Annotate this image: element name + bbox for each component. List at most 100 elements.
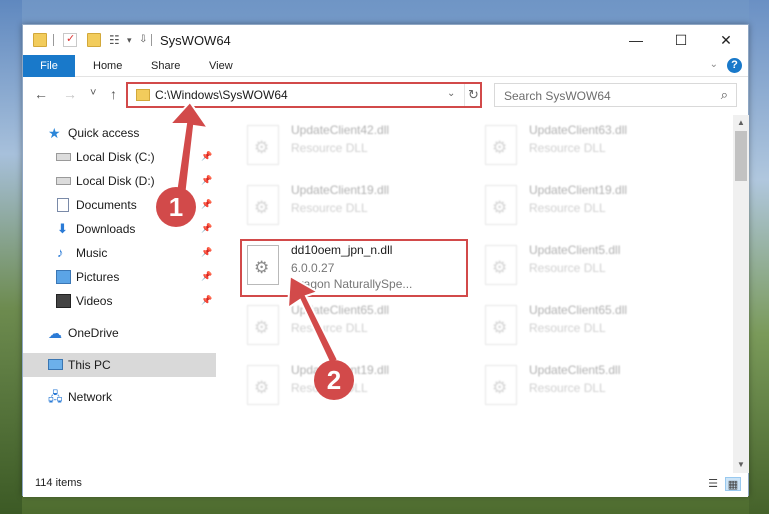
cloud-icon: ☁ — [48, 325, 62, 341]
forward-button[interactable]: → — [63, 86, 77, 102]
sidebar-item-music[interactable]: ♪ Music 📌 — [23, 241, 216, 265]
separator — [151, 34, 152, 46]
desktop-wallpaper-right — [749, 0, 769, 514]
dll-file-icon — [247, 365, 279, 405]
sidebar-item-network[interactable]: 🖧 Network — [23, 385, 216, 409]
sidebar-item-videos[interactable]: Videos 📌 — [23, 289, 216, 313]
star-icon: ★ — [48, 125, 61, 141]
dll-file-icon — [247, 305, 279, 345]
file-name: UpdateClient5.dll — [529, 363, 621, 377]
item-count: 114 items — [35, 477, 82, 489]
disk-icon — [56, 177, 71, 185]
file-type: Resource DLL — [529, 261, 606, 275]
sidebar-item-label: Network — [68, 390, 113, 404]
tab-view[interactable]: View — [209, 55, 233, 77]
pin-icon[interactable]: 📌 — [201, 271, 212, 282]
address-path[interactable]: C:\Windows\SysWOW64 — [155, 88, 288, 102]
navigation-pane: ★ Quick access Local Disk (C:) 📌 Local D… — [23, 115, 216, 473]
file-company: Dragon NaturallySpe... — [291, 277, 413, 291]
file-item[interactable]: UpdateClient5.dll Resource DLL — [481, 359, 711, 417]
scroll-thumb[interactable] — [735, 131, 747, 181]
recent-locations-button[interactable]: ˅ — [90, 87, 96, 99]
pin-icon[interactable]: 📌 — [201, 175, 212, 186]
window-title: SysWOW64 — [160, 33, 231, 48]
dll-file-icon — [485, 125, 517, 165]
navigation-bar: ← → ˅ ↑ C:\Windows\SysWOW64 ⌄ ↻ Search S… — [23, 77, 748, 113]
search-icon[interactable]: ⌕ — [721, 87, 728, 103]
scroll-down-arrow-icon[interactable]: ▼ — [733, 457, 749, 473]
tab-home[interactable]: Home — [93, 55, 122, 77]
maximize-button[interactable]: ☐ — [658, 25, 704, 55]
properties-icon[interactable] — [63, 32, 77, 47]
file-type: Resource DLL — [529, 321, 606, 335]
dll-file-icon — [247, 185, 279, 225]
large-icons-view-icon[interactable]: ▦ — [725, 477, 741, 491]
file-item[interactable]: UpdateClient19.dll Resource DLL — [481, 179, 711, 237]
address-bar[interactable]: C:\Windows\SysWOW64 ⌄ ↻ — [126, 83, 482, 107]
vertical-scrollbar[interactable]: ▲ ▼ — [733, 115, 749, 473]
file-item[interactable]: UpdateClient65.dll Resource DLL — [243, 299, 473, 357]
file-type: Resource DLL — [291, 141, 368, 155]
sidebar-item-label: OneDrive — [68, 326, 119, 340]
sidebar-item-onedrive[interactable]: ☁ OneDrive — [23, 321, 216, 345]
pin-icon[interactable]: 📌 — [201, 223, 212, 234]
file-item[interactable]: UpdateClient19.dll Resource DLL — [243, 359, 473, 417]
sidebar-item-label: Videos — [76, 294, 113, 308]
pin-icon[interactable]: 📌 — [201, 151, 212, 162]
details-view-icon[interactable]: ☰ — [705, 477, 721, 491]
network-icon: 🖧 — [48, 389, 63, 404]
dll-file-icon — [485, 245, 517, 285]
help-icon[interactable]: ? — [727, 58, 742, 73]
sidebar-item-label: Documents — [76, 198, 137, 212]
file-item[interactable]: UpdateClient5.dll Resource DLL — [481, 239, 711, 297]
minimize-button[interactable]: — — [613, 25, 659, 55]
dll-file-icon — [485, 305, 517, 345]
file-name: UpdateClient19.dll — [529, 183, 628, 197]
file-name: UpdateClient65.dll — [529, 303, 628, 317]
up-button[interactable]: ↑ — [110, 86, 117, 102]
tab-share[interactable]: Share — [151, 55, 180, 77]
sidebar-item-label: Music — [76, 246, 108, 260]
sidebar-item-local-disk-c[interactable]: Local Disk (C:) 📌 — [23, 145, 216, 169]
expand-ribbon-icon[interactable]: ⌄ — [710, 59, 718, 70]
refresh-button[interactable]: ↻ — [464, 84, 482, 106]
chevron-down-icon[interactable]: ⌄ — [447, 88, 455, 99]
file-item-dd10oem-jpn-n[interactable]: dd10oem_jpn_n.dll 6.0.0.27 Dragon Natura… — [243, 239, 473, 297]
disk-icon — [56, 153, 71, 161]
pictures-icon — [56, 270, 71, 284]
file-item[interactable]: UpdateClient65.dll Resource DLL — [481, 299, 711, 357]
folder-icon — [33, 33, 47, 47]
sidebar-item-label: Local Disk (C:) — [76, 150, 155, 164]
step-2-badge: 2 — [314, 360, 354, 400]
search-box[interactable]: Search SysWOW64 ⌕ — [494, 83, 737, 107]
close-button[interactable]: ✕ — [703, 25, 749, 55]
tab-file[interactable]: File — [23, 55, 75, 77]
document-icon — [57, 198, 69, 212]
file-type: Resource DLL — [529, 141, 606, 155]
desktop-wallpaper-left — [0, 0, 22, 514]
dll-file-icon — [247, 125, 279, 165]
search-input[interactable]: Search SysWOW64 — [504, 89, 611, 103]
pin-icon[interactable]: 📌 — [201, 247, 212, 258]
download-icon: ⬇ — [57, 221, 68, 236]
sidebar-item-pictures[interactable]: Pictures 📌 — [23, 265, 216, 289]
sidebar-item-label: This PC — [68, 358, 111, 372]
view-options-icon[interactable]: ☷ — [109, 33, 123, 47]
file-type: Resource DLL — [291, 201, 368, 215]
file-item[interactable]: UpdateClient42.dll Resource DLL — [243, 119, 473, 177]
pin-icon[interactable]: 📌 — [201, 199, 212, 210]
file-item[interactable]: UpdateClient63.dll Resource DLL — [481, 119, 711, 177]
music-icon: ♪ — [57, 245, 64, 260]
back-button[interactable]: ← — [34, 86, 48, 102]
sidebar-item-quick-access[interactable]: ★ Quick access — [23, 121, 216, 145]
sidebar-item-this-pc[interactable]: This PC — [23, 353, 216, 377]
file-item[interactable]: UpdateClient19.dll Resource DLL — [243, 179, 473, 237]
pin-icon[interactable]: 📌 — [201, 295, 212, 306]
scroll-up-arrow-icon[interactable]: ▲ — [733, 115, 749, 131]
new-folder-icon[interactable] — [87, 33, 101, 47]
file-name: UpdateClient19.dll — [291, 183, 390, 197]
file-explorer-window: ☷ ▾ ⇩ SysWOW64 — ☐ ✕ File Home Share Vie… — [22, 24, 749, 497]
folder-icon — [136, 89, 150, 101]
ribbon-tabs: File Home Share View ⌄ ? — [23, 55, 748, 77]
status-bar: 114 items ☰ ▦ — [23, 473, 748, 497]
